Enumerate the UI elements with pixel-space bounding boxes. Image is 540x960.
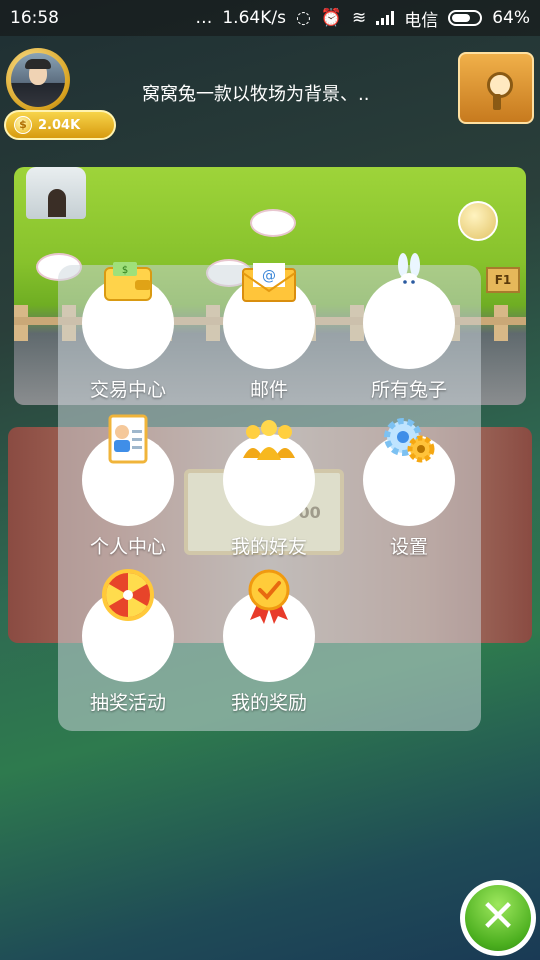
network-speed: 1.64K/s bbox=[222, 8, 286, 28]
menu-label: 邮件 bbox=[249, 379, 288, 401]
menu-item-profile[interactable]: 个人中心 bbox=[58, 414, 198, 572]
close-icon: ✕ bbox=[465, 885, 531, 951]
lottery-wheel-icon bbox=[82, 569, 174, 682]
battery-percent: 64% bbox=[492, 8, 530, 28]
profile-card-icon bbox=[82, 414, 174, 526]
coin-icon: $ bbox=[14, 116, 32, 134]
rabbit-icon bbox=[363, 253, 455, 369]
menu-label: 设置 bbox=[389, 536, 428, 558]
safe-box-icon[interactable] bbox=[458, 52, 534, 124]
hutch-icon bbox=[26, 167, 86, 219]
sync-icon: ◌ bbox=[295, 8, 311, 28]
carrier-label: 电信 bbox=[404, 10, 439, 31]
rabbit-sprite[interactable] bbox=[250, 209, 296, 237]
gears-icon bbox=[363, 418, 455, 526]
alarm-icon: ⏰ bbox=[320, 8, 342, 28]
coin-amount: 2.04K bbox=[38, 117, 81, 133]
menu-label: 我的好友 bbox=[230, 536, 307, 558]
menu-label: 所有兔子 bbox=[370, 379, 447, 401]
wifi-icon: ≋ bbox=[351, 8, 367, 28]
player-avatar[interactable] bbox=[6, 48, 70, 112]
menu-item-my-rewards[interactable]: 我的奖励 bbox=[199, 569, 339, 728]
status-bar: 16:58 … 1.64K/s ◌ ⏰ ≋ 电信 64% bbox=[0, 0, 540, 36]
menu-item-trade-center[interactable]: $ 交易中心 bbox=[58, 262, 198, 415]
battery-icon bbox=[448, 10, 483, 26]
menu-item-lottery[interactable]: 抽奖活动 bbox=[58, 569, 198, 728]
menu-item-settings[interactable]: 设置 bbox=[339, 418, 479, 572]
signal-icon bbox=[376, 11, 395, 25]
menu-item-mail[interactable]: @ 邮件 bbox=[199, 263, 339, 415]
more-dots-icon: … bbox=[195, 8, 213, 28]
menu-label: 抽奖活动 bbox=[89, 692, 166, 714]
menu-item-all-rabbits[interactable]: 所有兔子 bbox=[339, 253, 479, 415]
wallet-icon: $ bbox=[82, 262, 174, 369]
menu-label: 我的奖励 bbox=[230, 692, 307, 714]
menu-item-friends[interactable]: 我的好友 bbox=[199, 420, 339, 572]
medal-icon bbox=[223, 569, 315, 682]
money-bag-icon[interactable] bbox=[458, 201, 498, 241]
avatar-portrait bbox=[11, 53, 65, 107]
friends-icon bbox=[223, 420, 315, 526]
floor-sign[interactable]: F1 bbox=[486, 267, 520, 293]
menu-label: 交易中心 bbox=[89, 379, 166, 401]
main-menu-panel: $ 交易中心 @ 邮件 所有兔子 个人中心 我的好友 设置 抽奖活动 我的奖励 bbox=[58, 253, 481, 731]
close-menu-button[interactable]: ✕ bbox=[460, 880, 536, 956]
scrolling-notice[interactable]: 窝窝兔一款以牧场为背景、.. bbox=[142, 80, 369, 106]
status-time: 16:58 bbox=[10, 8, 59, 28]
mail-icon: @ bbox=[223, 263, 315, 369]
coin-balance[interactable]: $ 2.04K bbox=[4, 110, 116, 140]
menu-label: 个人中心 bbox=[89, 536, 166, 558]
